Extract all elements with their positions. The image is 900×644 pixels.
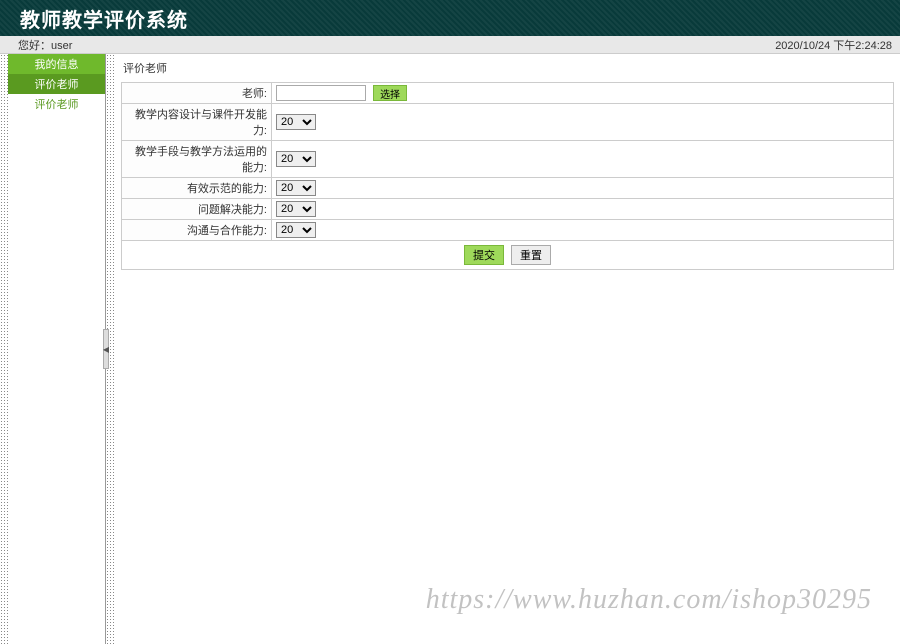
sidebar-nav: 我的信息 评价老师 评价老师 <box>8 54 105 114</box>
content-panel: 评价老师 老师: 选择 教学内容设计与课件开发能力: 20 教学手段与教学方法运… <box>115 54 900 644</box>
teacher-label: 老师: <box>122 83 272 104</box>
criteria-label: 教学内容设计与课件开发能力: <box>122 104 272 141</box>
score-select-3[interactable]: 20 <box>276 180 316 196</box>
main-area: 我的信息 评价老师 评价老师 ◀ 评价老师 老师: 选择 教学内容设计与课件开发… <box>0 54 900 644</box>
username: user <box>51 40 72 52</box>
sidebar-item-evaluate-teacher[interactable]: 评价老师 <box>8 74 105 94</box>
select-teacher-button[interactable]: 选择 <box>373 85 407 101</box>
form-row-criteria: 问题解决能力: 20 <box>122 199 894 220</box>
status-bar: 您好：user 2020/10/24 下午2:24:28 <box>0 36 900 54</box>
datetime: 2020/10/24 下午2:24:28 <box>775 37 892 53</box>
score-select-5[interactable]: 20 <box>276 222 316 238</box>
content-title: 评价老师 <box>121 58 894 82</box>
collapse-handle-icon[interactable]: ◀ <box>103 329 109 369</box>
greeting: 您好：user <box>18 37 72 53</box>
app-title: 教师教学评价系统 <box>20 4 188 33</box>
teacher-field: 选择 <box>272 83 894 104</box>
reset-button[interactable]: 重置 <box>511 245 551 265</box>
submit-button[interactable]: 提交 <box>464 245 504 265</box>
sidebar-item-my-info[interactable]: 我的信息 <box>8 54 105 74</box>
teacher-input[interactable] <box>276 85 366 101</box>
form-row-teacher: 老师: 选择 <box>122 83 894 104</box>
sidebar: 我的信息 评价老师 评价老师 <box>0 54 106 644</box>
criteria-label: 有效示范的能力: <box>122 178 272 199</box>
evaluation-form: 老师: 选择 教学内容设计与课件开发能力: 20 教学手段与教学方法运用的能力: <box>121 82 894 270</box>
criteria-label: 教学手段与教学方法运用的能力: <box>122 141 272 178</box>
form-row-criteria: 教学内容设计与课件开发能力: 20 <box>122 104 894 141</box>
form-row-buttons: 提交 重置 <box>122 241 894 270</box>
criteria-label: 问题解决能力: <box>122 199 272 220</box>
form-row-criteria: 教学手段与教学方法运用的能力: 20 <box>122 141 894 178</box>
sidebar-item-evaluate-teacher-sub[interactable]: 评价老师 <box>8 94 105 114</box>
score-select-1[interactable]: 20 <box>276 114 316 130</box>
criteria-label: 沟通与合作能力: <box>122 220 272 241</box>
form-row-criteria: 沟通与合作能力: 20 <box>122 220 894 241</box>
sidebar-left-texture <box>0 54 8 644</box>
score-select-4[interactable]: 20 <box>276 201 316 217</box>
form-row-criteria: 有效示范的能力: 20 <box>122 178 894 199</box>
split-divider[interactable]: ◀ <box>106 54 115 644</box>
app-header: 教师教学评价系统 <box>0 0 900 36</box>
score-select-2[interactable]: 20 <box>276 151 316 167</box>
